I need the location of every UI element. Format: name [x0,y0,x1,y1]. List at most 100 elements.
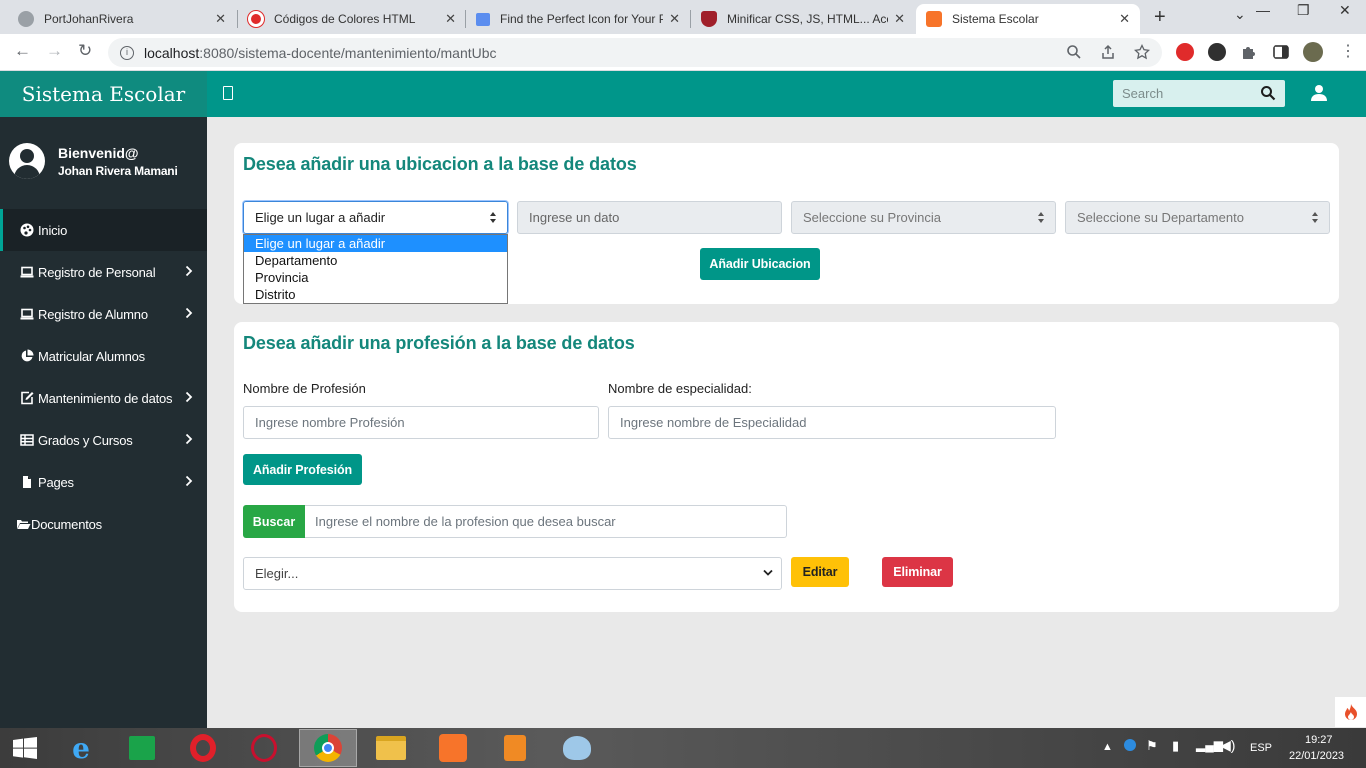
browser-tab[interactable]: Códigos de Colores HTML ✕ [238,4,466,34]
profession-search-input[interactable]: Ingrese el nombre de la profesion que de… [305,505,787,538]
profession-card-title: Desea añadir una profesión a la base de … [243,333,635,353]
sort-arrows-icon [1312,212,1318,223]
extensions-puzzle-icon[interactable] [1240,43,1258,61]
sidebar-item-matricular[interactable]: Matricular Alumnos [0,335,207,377]
browser-tab-bar: PortJohanRivera ✕ Códigos de Colores HTM… [0,0,1366,34]
profession-choose-select[interactable]: Elegir... [243,557,782,590]
tray-signal-icon[interactable]: ▂▄▆ [1196,738,1223,752]
close-tab-icon[interactable]: ✕ [215,11,226,27]
chevron-down-icon [763,569,773,576]
opera-icon[interactable] [174,729,232,767]
sidebar-item-inicio[interactable]: Inicio [0,209,207,251]
sidebar-item-label: Registro de Personal [38,264,156,280]
close-tab-icon[interactable]: ✕ [669,11,680,27]
reload-icon[interactable]: ↻ [78,41,92,61]
side-panel-icon[interactable] [1272,43,1290,61]
zoom-icon[interactable] [1066,44,1082,60]
back-icon[interactable]: ← [14,41,31,61]
navbar-search [1113,80,1285,107]
windows-logo-icon [13,737,37,759]
search-icon[interactable] [1260,85,1276,101]
place-type-select[interactable]: Elige un lugar a añadir [243,201,508,234]
delete-button[interactable]: Eliminar [882,557,953,587]
welcome-text: Bienvenid@ [58,145,139,161]
tab-title: Find the Perfect Icon for Your P [500,12,664,26]
specialty-name-input[interactable]: Ingrese nombre de Especialidad [608,406,1056,439]
share-icon[interactable] [1100,44,1116,60]
browser-tab-active[interactable]: Sistema Escolar ✕ [916,4,1140,34]
bookmark-star-icon[interactable] [1133,44,1151,60]
dropdown-option[interactable]: Distrito [244,286,507,303]
pie-chart-icon [21,349,34,362]
internet-explorer-icon[interactable]: e [52,729,110,767]
os-taskbar: e ▲ ⚑ ▮ ▂▄▆ ◀) ESP 19:27 22/01/2023 [0,728,1366,768]
store-icon[interactable] [113,729,171,767]
tray-app-icon[interactable] [1124,739,1136,751]
menu-kebab-icon[interactable]: ⋮ [1340,41,1356,61]
province-select[interactable]: Seleccione su Provincia [791,201,1056,234]
tray-language[interactable]: ESP [1250,742,1272,754]
sidebar-item-registro-alumno[interactable]: Registro de Alumno [0,293,207,335]
sublime-text-icon[interactable] [486,729,544,767]
sidebar-item-registro-personal[interactable]: Registro de Personal [0,251,207,293]
department-select[interactable]: Seleccione su Departamento [1065,201,1330,234]
location-data-input[interactable]: Ingrese un dato [517,201,782,234]
user-icon[interactable] [1310,84,1328,102]
sort-arrows-icon [490,212,496,223]
video-downloader-icon[interactable] [1208,43,1226,61]
start-button[interactable] [0,729,50,767]
edit-button[interactable]: Editar [791,557,849,587]
sidebar-item-mantenimiento[interactable]: Mantenimiento de datos [0,377,207,419]
add-location-button[interactable]: Añadir Ubicacion [700,248,820,280]
select-value: Seleccione su Provincia [803,210,942,225]
sidebar-item-label: Registro de Alumno [38,306,148,322]
dropdown-option[interactable]: Provincia [244,269,507,286]
tray-network-warning-icon[interactable]: ⚑ [1146,738,1158,754]
close-tab-icon[interactable]: ✕ [1119,11,1130,27]
sidebar-item-pages[interactable]: Pages [0,461,207,503]
user-panel: Bienvenid@ Johan Rivera Mamani [9,143,178,179]
sidebar-item-documentos[interactable]: Documentos [0,503,207,545]
sidebar-item-grados[interactable]: Grados y Cursos [0,419,207,461]
info-icon[interactable]: i [120,45,134,60]
add-profession-button[interactable]: Añadir Profesión [243,454,362,485]
search-button[interactable]: Buscar [243,505,305,538]
brand-logo[interactable]: Sistema Escolar [0,71,207,117]
tab-search-icon[interactable]: ⌄ [1234,6,1246,23]
file-icon [23,476,31,488]
minimize-button[interactable]: — [1256,2,1270,18]
dropdown-option[interactable]: Departamento [244,252,507,269]
browser-tab[interactable]: Find the Perfect Icon for Your P ✕ [466,4,690,34]
opera-gx-icon[interactable] [235,729,293,767]
tray-battery-icon[interactable]: ▮ [1172,738,1179,754]
tray-volume-icon[interactable]: ◀) [1220,737,1235,754]
chrome-icon[interactable] [299,729,357,767]
sidebar-menu: Inicio Registro de Personal Registro de … [0,209,207,545]
browser-tab[interactable]: PortJohanRivera ✕ [8,4,236,34]
flame-widget[interactable] [1335,697,1366,727]
xampp-taskbar-icon[interactable] [424,729,482,767]
close-window-button[interactable]: ✕ [1339,2,1351,19]
tray-time[interactable]: 19:27 [1305,734,1333,746]
profession-name-input[interactable]: Ingrese nombre Profesión [243,406,599,439]
url-host: localhost [144,44,200,61]
paint-icon[interactable] [548,729,606,767]
dropdown-option[interactable]: Elige un lugar a añadir [244,235,507,252]
new-tab-button[interactable]: + [1154,6,1166,29]
adblock-icon[interactable] [1176,43,1194,61]
maximize-button[interactable]: ❐ [1297,2,1310,19]
close-tab-icon[interactable]: ✕ [445,11,456,27]
forward-icon[interactable]: → [46,41,63,61]
tray-date[interactable]: 22/01/2023 [1289,750,1344,762]
sidebar-toggle-icon[interactable] [223,86,233,100]
fire-icon [1344,704,1357,720]
xampp-icon [926,11,942,27]
url-field[interactable]: i localhost:8080/sistema-docente/manteni… [108,38,1162,67]
browser-tab[interactable]: Minificar CSS, JS, HTML... Acele ✕ [691,4,915,34]
file-explorer-icon[interactable] [362,729,420,767]
url-path: :8080/sistema-docente/mantenimiento/mant… [199,44,497,61]
tray-chevron-icon[interactable]: ▲ [1102,741,1113,753]
profile-avatar[interactable] [1303,42,1323,62]
navbar-search-input[interactable] [1113,80,1253,107]
close-tab-icon[interactable]: ✕ [894,11,905,27]
